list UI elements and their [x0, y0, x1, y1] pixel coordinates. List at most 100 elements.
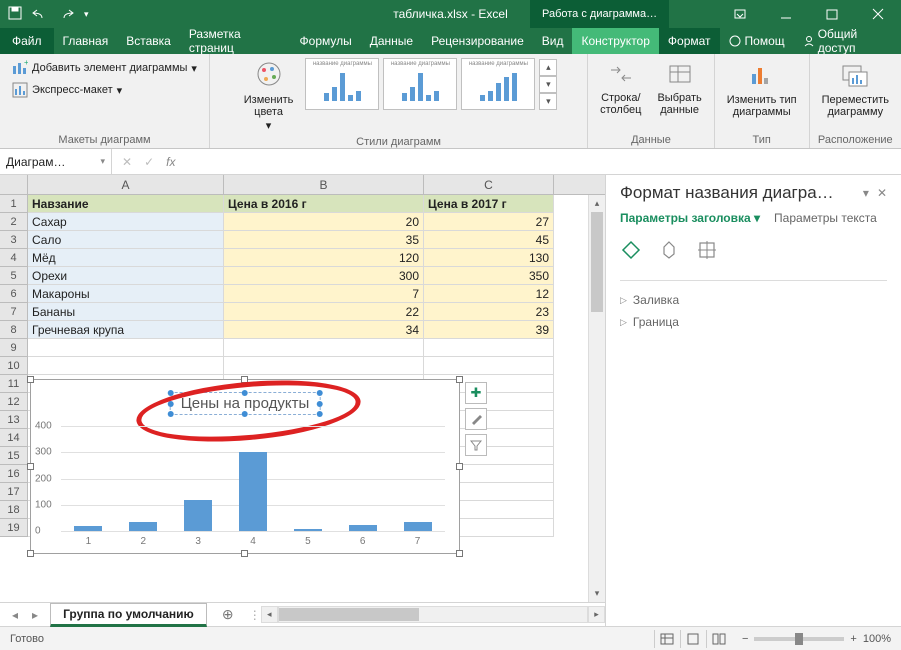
tab-page-layout[interactable]: Разметка страниц	[180, 28, 291, 54]
cell[interactable]: 12	[424, 285, 554, 303]
zoom-knob[interactable]	[795, 633, 803, 645]
resize-handle[interactable]	[27, 550, 34, 557]
enter-icon[interactable]: ✓	[144, 155, 154, 169]
resize-handle[interactable]	[456, 463, 463, 470]
tab-insert[interactable]: Вставка	[117, 28, 180, 54]
tab-design[interactable]: Конструктор	[572, 28, 658, 54]
row-header[interactable]: 14	[0, 429, 28, 447]
maximize-icon[interactable]	[809, 0, 855, 28]
tab-formulas[interactable]: Формулы	[291, 28, 361, 54]
cell[interactable]: 120	[224, 249, 424, 267]
row-header[interactable]: 5	[0, 267, 28, 285]
cancel-icon[interactable]: ✕	[122, 155, 132, 169]
cell[interactable]: Мёд	[28, 249, 224, 267]
row-header[interactable]: 16	[0, 465, 28, 483]
chart-title[interactable]: Цены на продукты	[170, 392, 321, 415]
redo-icon[interactable]	[58, 6, 74, 23]
name-box[interactable]: Диаграм…▾	[0, 149, 112, 174]
change-chart-type-button[interactable]: Изменить тип диаграммы	[723, 58, 801, 120]
resize-handle[interactable]	[27, 463, 34, 470]
cell[interactable]: 130	[424, 249, 554, 267]
worksheet-grid[interactable]: 1 Навзание Цена в 2016 г Цена в 2017 г 2…	[0, 195, 605, 602]
switch-row-col-button[interactable]: Строка/ столбец	[596, 58, 645, 118]
chart-plot-area[interactable]: 01002003004001234567	[61, 426, 445, 531]
horizontal-scrollbar[interactable]: ◂ ▸	[261, 606, 605, 623]
normal-view-icon[interactable]	[654, 630, 680, 648]
row-header[interactable]: 19	[0, 519, 28, 537]
close-icon[interactable]	[855, 0, 901, 28]
add-chart-element-button[interactable]: + Добавить элемент диаграммы ▾	[12, 58, 197, 78]
cell[interactable]: Навзание	[28, 195, 224, 213]
select-all-corner[interactable]	[0, 175, 28, 194]
tab-home[interactable]: Главная	[54, 28, 118, 54]
cell[interactable]: Сало	[28, 231, 224, 249]
cell[interactable]: Орехи	[28, 267, 224, 285]
move-chart-button[interactable]: Переместить диаграмму	[818, 58, 893, 120]
row-header[interactable]: 8	[0, 321, 28, 339]
row-header[interactable]: 4	[0, 249, 28, 267]
style-item[interactable]: название диаграммы	[461, 58, 535, 110]
row-header[interactable]: 12	[0, 393, 28, 411]
tab-view[interactable]: Вид	[533, 28, 573, 54]
row-header[interactable]: 15	[0, 447, 28, 465]
tell-me[interactable]: Помощ	[720, 28, 794, 54]
cell[interactable]: Бананы	[28, 303, 224, 321]
scroll-right-icon[interactable]: ▸	[588, 606, 605, 623]
vertical-scrollbar[interactable]: ▴ ▾	[588, 195, 605, 602]
row-header[interactable]: 11	[0, 375, 28, 393]
fill-section[interactable]: ▷Заливка	[620, 289, 887, 311]
chart-styles-button[interactable]	[465, 408, 487, 430]
cell[interactable]	[224, 339, 424, 357]
scroll-up-icon[interactable]: ▴	[589, 195, 605, 212]
sheet-prev-icon[interactable]: ◂	[12, 608, 18, 622]
minimize-icon[interactable]	[763, 0, 809, 28]
resize-handle[interactable]	[27, 376, 34, 383]
zoom-in-icon[interactable]: +	[850, 633, 856, 645]
save-icon[interactable]	[8, 6, 22, 23]
resize-handle[interactable]	[456, 376, 463, 383]
gallery-up-icon[interactable]: ▴	[539, 59, 557, 76]
cell[interactable]	[28, 357, 224, 375]
page-layout-view-icon[interactable]	[680, 630, 706, 648]
cell[interactable]: Цена в 2016 г	[224, 195, 424, 213]
chart-styles-gallery[interactable]: название диаграммы название диаграммы на…	[305, 58, 557, 110]
zoom-out-icon[interactable]: −	[742, 633, 748, 645]
page-break-view-icon[interactable]	[706, 630, 732, 648]
resize-handle[interactable]	[241, 550, 248, 557]
size-properties-icon[interactable]	[696, 239, 718, 264]
cell[interactable]: 350	[424, 267, 554, 285]
tab-file[interactable]: Файл	[0, 28, 54, 54]
fx-icon[interactable]: fx	[166, 155, 175, 169]
scroll-left-icon[interactable]: ◂	[261, 606, 278, 623]
cell[interactable]: 27	[424, 213, 554, 231]
tp-tab-text-options[interactable]: Параметры текста	[774, 211, 877, 225]
undo-icon[interactable]	[32, 6, 48, 23]
quick-layout-button[interactable]: Экспресс-макет ▾	[12, 80, 122, 100]
chart-filters-button[interactable]	[465, 434, 487, 456]
fill-line-icon[interactable]	[620, 239, 642, 264]
cell[interactable]: 22	[224, 303, 424, 321]
style-item[interactable]: название диаграммы	[305, 58, 379, 110]
cell[interactable]: 39	[424, 321, 554, 339]
tab-format[interactable]: Формат	[659, 28, 720, 54]
border-section[interactable]: ▷Граница	[620, 311, 887, 333]
gallery-down-icon[interactable]: ▾	[539, 76, 557, 93]
cell[interactable]	[224, 357, 424, 375]
cell[interactable]: 23	[424, 303, 554, 321]
sheet-next-icon[interactable]: ▸	[32, 608, 38, 622]
cell[interactable]: Сахар	[28, 213, 224, 231]
taskpane-options-icon[interactable]: ▾	[863, 186, 869, 200]
style-item[interactable]: название диаграммы	[383, 58, 457, 110]
cell[interactable]	[424, 357, 554, 375]
sheet-tab[interactable]: Группа по умолчанию	[50, 603, 207, 627]
tp-tab-title-options[interactable]: Параметры заголовка ▾	[620, 211, 760, 225]
zoom-level[interactable]: 100%	[863, 633, 891, 645]
cell[interactable]	[28, 339, 224, 357]
cell[interactable]: Гречневая крупа	[28, 321, 224, 339]
select-data-button[interactable]: Выбрать данные	[653, 58, 705, 118]
row-header[interactable]: 17	[0, 483, 28, 501]
resize-handle[interactable]	[241, 376, 248, 383]
row-header[interactable]: 3	[0, 231, 28, 249]
share-button[interactable]: Общий доступ	[794, 28, 901, 54]
row-header[interactable]: 18	[0, 501, 28, 519]
